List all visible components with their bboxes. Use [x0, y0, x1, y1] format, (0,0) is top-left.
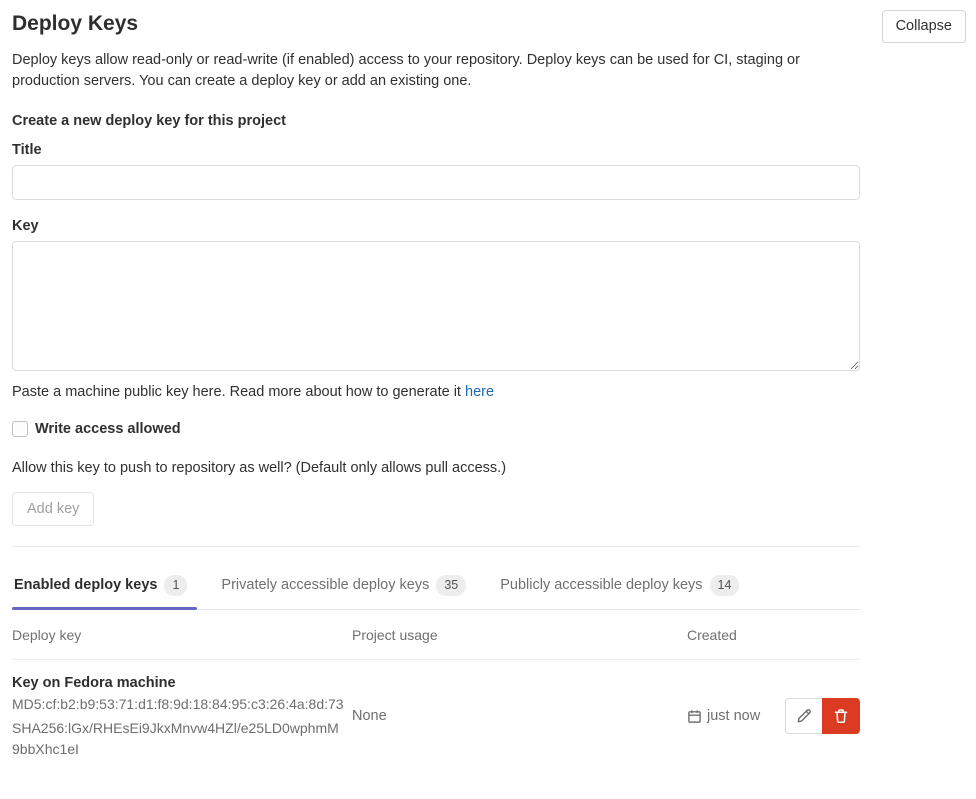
deploy-keys-tabs: Enabled deploy keys 1 Privately accessib… [12, 570, 860, 609]
created-info: just now [687, 708, 760, 724]
collapse-button[interactable]: Collapse [882, 10, 966, 43]
write-access-checkbox[interactable] [12, 421, 28, 437]
tab-label: Privately accessible deploy keys [221, 577, 429, 593]
section-description: Deploy keys allow read-only or read-writ… [12, 50, 864, 92]
edit-key-button[interactable] [785, 698, 823, 734]
row-actions [785, 698, 860, 734]
tab-enabled-deploy-keys[interactable]: Enabled deploy keys 1 [12, 570, 189, 608]
column-header-deploy-key: Deploy key [12, 627, 352, 643]
delete-key-button[interactable] [822, 698, 860, 734]
table-header: Deploy key Project usage Created [12, 610, 860, 660]
generate-key-link[interactable]: here [465, 384, 494, 400]
key-help-static: Paste a machine public key here. Read mo… [12, 384, 465, 400]
created-timestamp: just now [707, 708, 760, 724]
column-header-created: Created [687, 627, 860, 643]
write-access-help: Allow this key to push to repository as … [12, 460, 966, 476]
project-usage-cell: None [352, 708, 687, 724]
tab-label: Publicly accessible deploy keys [500, 577, 702, 593]
deploy-key-cell: Key on Fedora machine MD5:cf:b2:b9:53:71… [12, 673, 352, 760]
table-row: Key on Fedora machine MD5:cf:b2:b9:53:71… [12, 660, 860, 760]
deploy-key-fingerprint-sha256: SHA256:lGx/RHEsEi9JkxMnvw4HZl/e25LD0wphm… [12, 718, 344, 760]
section-header: Deploy Keys Collapse [12, 10, 966, 43]
add-key-button[interactable]: Add key [12, 492, 94, 526]
key-help-text: Paste a machine public key here. Read mo… [12, 384, 966, 400]
tab-label: Enabled deploy keys [14, 577, 157, 593]
write-access-row: Write access allowed [12, 421, 966, 437]
pencil-icon [796, 708, 812, 724]
column-header-project-usage: Project usage [352, 627, 687, 643]
tab-privately-accessible-deploy-keys[interactable]: Privately accessible deploy keys 35 [219, 570, 468, 608]
created-cell: just now [687, 698, 860, 734]
deploy-key-fingerprint-md5: MD5:cf:b2:b9:53:71:d1:f8:9d:18:84:95:c3:… [12, 694, 344, 715]
key-label: Key [12, 218, 966, 234]
write-access-label: Write access allowed [35, 421, 181, 437]
create-key-heading: Create a new deploy key for this project [12, 113, 966, 129]
deploy-keys-settings-page: Deploy Keys Collapse Deploy keys allow r… [0, 0, 976, 799]
tab-count-badge: 1 [164, 575, 187, 595]
section-divider [12, 546, 860, 547]
key-textarea[interactable] [12, 241, 860, 371]
tab-count-badge: 14 [710, 575, 740, 595]
title-label: Title [12, 142, 966, 158]
calendar-icon [687, 709, 702, 724]
trash-icon [833, 708, 849, 724]
title-input[interactable] [12, 165, 860, 200]
deploy-key-title: Key on Fedora machine [12, 675, 344, 691]
tab-publicly-accessible-deploy-keys[interactable]: Publicly accessible deploy keys 14 [498, 570, 741, 608]
page-title: Deploy Keys [12, 10, 138, 38]
tab-count-badge: 35 [436, 575, 466, 595]
